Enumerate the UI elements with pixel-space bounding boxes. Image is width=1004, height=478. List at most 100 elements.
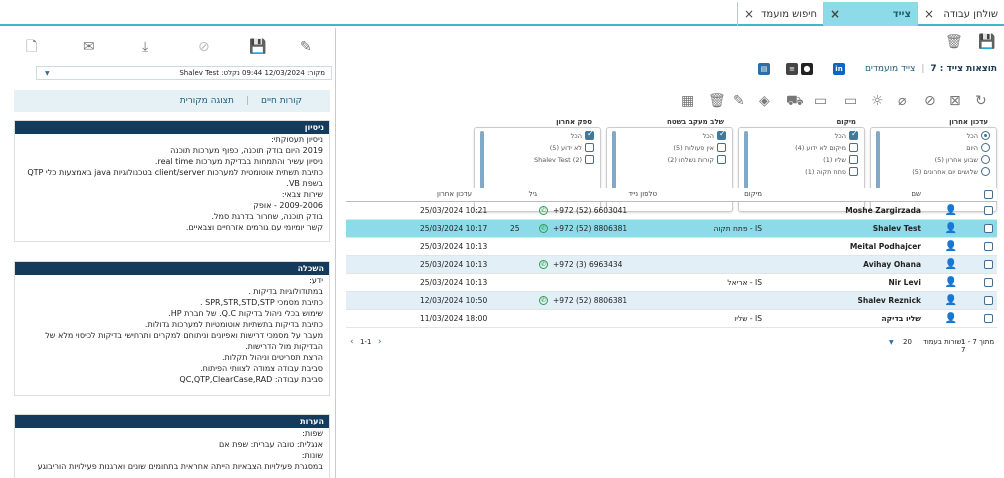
row-checkbox[interactable] xyxy=(984,278,993,287)
tab-candidate-search[interactable]: × חיפוש מועמד xyxy=(737,2,823,26)
table-row[interactable]: 👤 Nir Levi IS - אריאל 25/03/2024 10:13 xyxy=(346,274,997,292)
checkbox[interactable] xyxy=(849,155,858,164)
table-row[interactable]: 👤 Meital Podhajcer 25/03/2024 10:13 xyxy=(346,238,997,256)
next-page-icon[interactable]: › xyxy=(378,337,382,347)
cart-icon[interactable]: ⛟ xyxy=(786,94,804,108)
row-checkbox[interactable] xyxy=(984,296,993,305)
table-row[interactable]: 👤 Shalev Test IS - פתח תקוה ✆ +972 (52) 8806… xyxy=(346,220,997,238)
filter-option[interactable]: קורות נשלחו (2) xyxy=(668,155,726,164)
checkbox[interactable] xyxy=(585,129,594,140)
row-checkbox[interactable] xyxy=(984,242,993,251)
candidate-phone[interactable]: +972 (52) 6603041 xyxy=(553,206,627,215)
row-checkbox[interactable] xyxy=(984,314,993,323)
excel-icon[interactable]: ▦ xyxy=(681,94,694,108)
candidate-name[interactable]: Meital Podhajcer xyxy=(850,242,921,251)
block-icon[interactable]: ⊘ xyxy=(924,94,936,108)
download-icon[interactable]: ⤓ xyxy=(142,40,148,54)
tab-hunter[interactable]: × צייד xyxy=(823,2,917,26)
header-age[interactable]: גיל xyxy=(529,190,537,198)
candidate-name[interactable]: Shalev Test xyxy=(873,224,921,233)
header-location[interactable]: מיקום xyxy=(744,190,762,198)
file-icon[interactable]: 🗋 xyxy=(26,40,37,54)
filter-option[interactable]: שלושים יום אחרונים (5) xyxy=(912,167,990,176)
refresh-icon[interactable]: ↻ xyxy=(975,94,987,108)
prev-page-icon[interactable]: ‹ xyxy=(350,337,354,347)
candidate-name[interactable]: Shalev Reznick xyxy=(857,296,921,305)
radio[interactable] xyxy=(981,131,990,140)
filter-option[interactable]: לא ידוע (5) xyxy=(550,143,594,152)
delete-doc-icon[interactable]: ⊠ xyxy=(949,94,961,108)
bulb-icon[interactable]: ☼ xyxy=(871,94,884,108)
row-checkbox[interactable] xyxy=(984,206,993,215)
filter-option[interactable]: הכל xyxy=(571,129,594,140)
candidate-phone[interactable]: +972 (52) 8806381 xyxy=(553,296,627,305)
candidate-name[interactable]: Avihay Ohana xyxy=(863,260,921,269)
row-checkbox[interactable] xyxy=(984,260,993,269)
sms-icon[interactable]: ▭ xyxy=(844,94,857,108)
block-icon[interactable]: ⊘ xyxy=(198,40,210,54)
github-icon[interactable]: ● xyxy=(801,63,813,75)
whatsapp-icon[interactable]: ✆ xyxy=(539,224,548,233)
checkbox[interactable] xyxy=(849,143,858,152)
radio[interactable] xyxy=(981,143,990,152)
save-icon[interactable]: 💾 xyxy=(249,40,266,54)
candidate-name[interactable]: שליו בדיקה xyxy=(882,314,922,323)
header-name[interactable]: שם xyxy=(911,190,921,198)
checkbox[interactable] xyxy=(585,143,594,152)
save-icon[interactable]: 💾 xyxy=(978,35,995,49)
filter-option[interactable]: הכל xyxy=(703,129,726,140)
filter-option[interactable]: הכל xyxy=(835,129,858,140)
linkedin-icon[interactable]: in xyxy=(833,63,845,75)
candidate-phone[interactable]: +972 (52) 8806381 xyxy=(553,224,627,233)
filter-option[interactable]: Shalev Test (2) xyxy=(534,155,594,164)
trash-icon[interactable]: 🗑 xyxy=(945,35,963,49)
checkbox[interactable] xyxy=(849,129,858,140)
hunter-candidates-link[interactable]: צייד מועמדים xyxy=(865,64,915,74)
table-row[interactable]: 👤 Moshe Zargirzada ✆ +972 (52) 6603041 25/03… xyxy=(346,202,997,220)
candidate-name[interactable]: Moshe Zargirzada xyxy=(845,206,921,215)
filter-option[interactable]: הכל xyxy=(967,131,990,140)
checkbox[interactable] xyxy=(717,155,726,164)
pencil-icon[interactable]: ✎ xyxy=(733,94,745,108)
candidate-name[interactable]: Nir Levi xyxy=(889,278,921,287)
close-icon[interactable]: × xyxy=(924,7,934,21)
filter-option[interactable]: שליו (1) xyxy=(823,155,858,164)
filter-option[interactable]: מיקום לא ידוע (4) xyxy=(795,143,858,152)
whatsapp-icon[interactable]: ✆ xyxy=(539,206,548,215)
checkbox[interactable] xyxy=(717,143,726,152)
attach-icon[interactable]: ⌀ xyxy=(898,94,906,108)
mail-icon[interactable]: ✉ xyxy=(83,40,95,54)
view-original-button[interactable]: תצוגה מקורית xyxy=(180,96,234,106)
close-icon[interactable]: × xyxy=(830,7,840,21)
whatsapp-icon[interactable]: ✆ xyxy=(539,296,548,305)
row-checkbox[interactable] xyxy=(984,224,993,233)
filter-option[interactable]: פתח תקוה (1) xyxy=(805,167,858,176)
chat-icon[interactable]: ▭ xyxy=(814,94,827,108)
doc-icon[interactable]: ▤ xyxy=(758,63,770,75)
view-cv-button[interactable]: קורות חיים xyxy=(261,96,302,106)
table-row[interactable]: 👤 שליו בדיקה IS - שליו 11/03/2024 18:00 xyxy=(346,310,997,328)
tag-icon[interactable]: ◈ xyxy=(759,94,770,108)
checkbox[interactable] xyxy=(585,155,594,164)
tab-workbench[interactable]: × שולחן עבודה xyxy=(917,2,1004,26)
select-all-checkbox[interactable] xyxy=(984,190,993,199)
candidate-phone[interactable]: +972 (3) 6963434 xyxy=(553,260,622,269)
rows-per-page-value[interactable]: 20 xyxy=(903,338,912,346)
whatsapp-icon[interactable]: ✆ xyxy=(539,260,548,269)
pencil-icon[interactable]: ✎ xyxy=(300,40,312,54)
checkbox[interactable] xyxy=(849,167,858,176)
filter-option[interactable]: היום xyxy=(966,143,990,152)
trash-icon[interactable]: 🗑 xyxy=(708,94,726,108)
filter-option[interactable]: שבוע אחרון (5) xyxy=(935,155,990,164)
radio[interactable] xyxy=(981,155,990,164)
table-row[interactable]: 👤 Avihay Ohana ✆ +972 (3) 6963434 25/03/2024… xyxy=(346,256,997,274)
stack-icon[interactable]: ≡ xyxy=(786,63,798,75)
chevron-down-icon[interactable]: ▼ xyxy=(889,339,894,346)
checkbox[interactable] xyxy=(717,129,726,140)
close-icon[interactable]: × xyxy=(744,7,754,21)
filter-option[interactable]: אין פעולות (5) xyxy=(673,143,726,152)
cv-source-select[interactable]: ▼ Shalev Test :מקור: 12/03/2024 09:44 נק… xyxy=(36,66,332,80)
table-row[interactable]: 👤 Shalev Reznick ✆ +972 (52) 8806381 12/03/2… xyxy=(346,292,997,310)
radio[interactable] xyxy=(981,167,990,176)
header-phone[interactable]: טלפון נייד xyxy=(628,190,657,198)
